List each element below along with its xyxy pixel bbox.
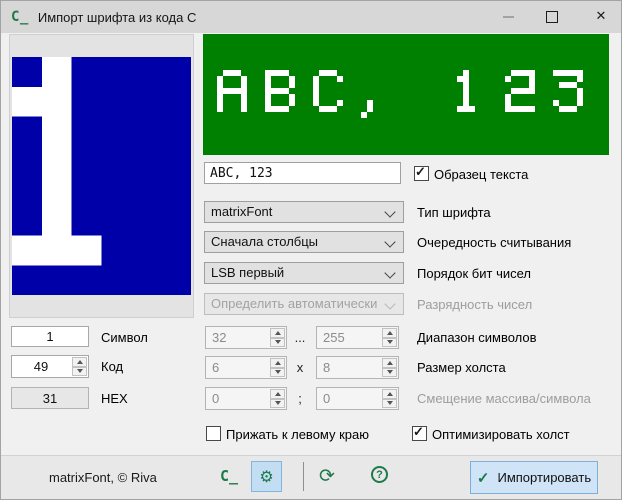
import-font-dialog: C_ Импорт шрифта из кода C ✕ 1 Символ 49…: [0, 0, 622, 500]
read-order-label: Очередность считывания: [417, 235, 571, 250]
align-left-checkbox-label: Прижать к левому краю: [226, 427, 369, 442]
code-label: Код: [101, 359, 123, 374]
code-spinner[interactable]: 49: [11, 355, 89, 378]
sample-text-checkbox-label: Образец текста: [434, 167, 528, 182]
size-separator: x: [289, 360, 311, 375]
code-value: 49: [12, 359, 70, 374]
spin-down-button: [382, 399, 397, 409]
canvas-height-spinner: 8: [316, 356, 399, 379]
chevron-down-icon: [384, 236, 395, 247]
glyph-canvas: [12, 57, 191, 295]
import-button-label: Импортировать: [497, 470, 591, 485]
symbol-offset-value: 0: [323, 391, 330, 406]
spin-up-button: [270, 328, 285, 338]
spin-down-button: [270, 338, 285, 348]
offset-separator: ;: [289, 391, 311, 406]
canvas-height-value: 8: [323, 360, 330, 375]
spin-up-button[interactable]: [72, 357, 87, 367]
footer-bar: matrixFont, © Riva C_ ⚙ ⟳ ? ✓ Импортиров…: [1, 455, 621, 499]
chevron-down-icon: [384, 298, 395, 309]
bit-order-value: LSB первый: [211, 265, 284, 280]
minimize-icon: [503, 16, 514, 18]
spin-down-button: [270, 368, 285, 378]
bit-depth-value: Определить автоматически: [211, 296, 377, 311]
app-icon: C_: [11, 9, 29, 25]
sample-text-preview: [203, 34, 609, 155]
canvas-width-value: 6: [212, 360, 219, 375]
symbol-offset-spinner: 0: [316, 387, 399, 410]
spin-up-button: [270, 389, 285, 399]
align-left-checkbox[interactable]: ✓: [206, 426, 221, 441]
read-order-dropdown[interactable]: Сначала столбцы: [204, 231, 404, 253]
maximize-button[interactable]: [535, 1, 569, 32]
font-type-label: Тип шрифта: [417, 205, 491, 220]
code-spin-buttons: [72, 357, 87, 376]
spin-up-button: [270, 358, 285, 368]
minimize-button[interactable]: [491, 1, 525, 32]
checkmark-icon: ✓: [415, 164, 426, 180]
import-button[interactable]: ✓ Импортировать: [470, 461, 598, 494]
close-button[interactable]: ✕: [582, 1, 620, 32]
sample-text-input[interactable]: [204, 162, 401, 184]
array-offset-value: 0: [212, 391, 219, 406]
spin-down-button: [382, 368, 397, 378]
optimize-canvas-checkbox-label: Оптимизировать холст: [432, 427, 570, 442]
chevron-down-icon: [384, 206, 395, 217]
char-range-end-value: 255: [323, 330, 345, 345]
hex-field: 31: [11, 387, 89, 409]
hex-value: 31: [43, 391, 57, 406]
refresh-icon: ⟳: [319, 465, 335, 488]
char-range-end-spinner: 255: [316, 326, 399, 349]
array-offset-spinner: 0: [205, 387, 287, 410]
offset-label: Смещение массива/символа: [417, 391, 591, 406]
toolbar-divider: [303, 462, 304, 491]
char-range-label: Диапазон символов: [417, 330, 537, 345]
close-icon: ✕: [596, 9, 607, 24]
bit-depth-label: Разрядность чисел: [417, 297, 532, 312]
spin-down-button: [270, 399, 285, 409]
check-icon: ✓: [477, 469, 490, 487]
credit-text: matrixFont, © Riva: [49, 470, 157, 485]
char-range-start-value: 32: [212, 330, 226, 345]
char-range-start-spinner: 32: [205, 326, 287, 349]
gear-icon: ⚙: [259, 467, 273, 487]
optimize-canvas-checkbox[interactable]: ✓: [412, 426, 427, 441]
app-logo[interactable]: C_: [220, 467, 238, 485]
range-separator: ...: [289, 330, 311, 345]
font-type-dropdown[interactable]: matrixFont: [204, 201, 404, 223]
help-button[interactable]: ?: [371, 466, 388, 483]
chevron-down-icon: [384, 267, 395, 278]
symbol-value: 1: [46, 329, 53, 344]
window-title: Импорт шрифта из кода C: [38, 10, 196, 25]
bit-order-label: Порядок бит чисел: [417, 266, 531, 281]
maximize-icon: [546, 11, 558, 23]
spin-up-button: [382, 358, 397, 368]
symbol-label: Символ: [101, 330, 148, 345]
checkmark-icon: ✓: [413, 424, 424, 440]
font-type-value: matrixFont: [211, 204, 272, 219]
canvas-size-label: Размер холста: [417, 360, 506, 375]
spin-down-button[interactable]: [72, 367, 87, 377]
read-order-value: Сначала столбцы: [211, 234, 318, 249]
spin-up-button: [382, 328, 397, 338]
glyph-preview-panel: [9, 34, 194, 318]
bit-depth-dropdown: Определить автоматически: [204, 293, 404, 315]
hex-label: HEX: [101, 391, 128, 406]
refresh-button[interactable]: ⟳: [313, 461, 341, 492]
spin-up-button: [382, 389, 397, 399]
canvas-width-spinner: 6: [205, 356, 287, 379]
bit-order-dropdown[interactable]: LSB первый: [204, 262, 404, 284]
settings-button[interactable]: ⚙: [251, 461, 282, 492]
help-icon: ?: [376, 469, 383, 481]
symbol-input[interactable]: 1: [11, 326, 89, 347]
spin-down-button: [382, 338, 397, 348]
title-bar: C_ Импорт шрифта из кода C: [1, 1, 621, 33]
sample-text-checkbox[interactable]: ✓: [414, 166, 429, 181]
